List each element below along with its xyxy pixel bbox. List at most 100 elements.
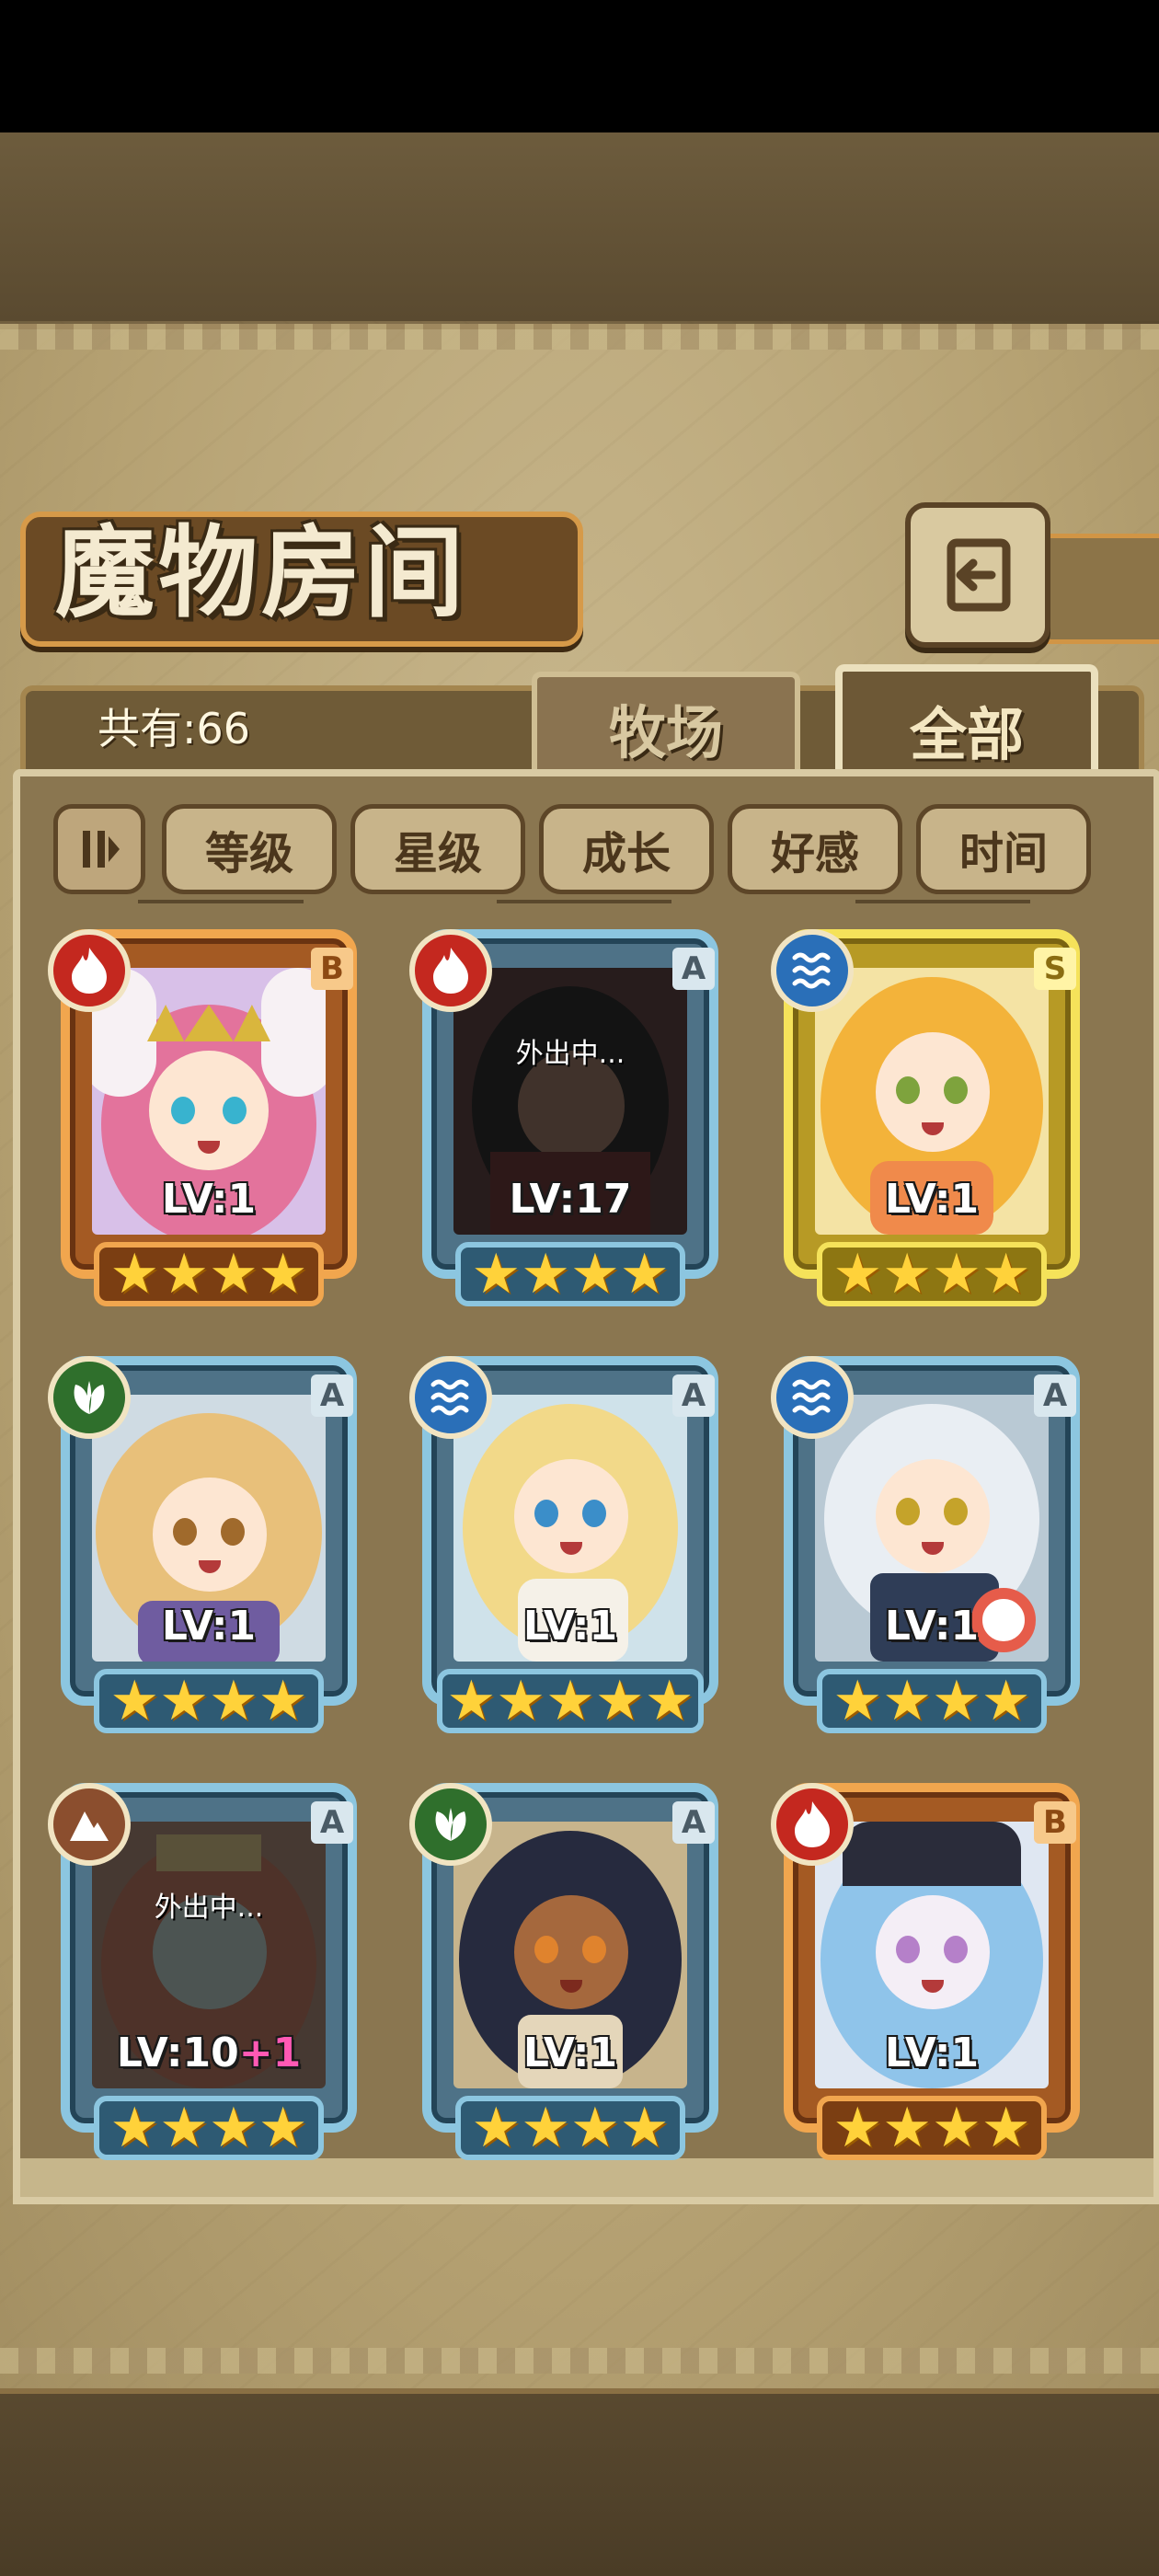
level-label: LV:1 xyxy=(884,1176,980,1223)
level-label: LV:1 xyxy=(522,1603,618,1650)
star-rating: ★ ★ ★ ★ xyxy=(94,1669,324,1733)
water-element-icon xyxy=(409,1356,492,1439)
level-label: LV:1 xyxy=(522,2030,618,2076)
sort-button-stars[interactable]: 星级 xyxy=(350,804,525,894)
monster-card[interactable]: 外出中... A LV:10+1 ★ ★ ★ ★ xyxy=(48,1783,370,2169)
star-icon: ★ xyxy=(258,1669,308,1733)
sort-button-level[interactable]: 等级 xyxy=(162,804,337,894)
star-rating: ★ ★ ★ ★ xyxy=(94,1242,324,1306)
level-bonus: +1 xyxy=(238,2030,302,2076)
level-label: LV:1 xyxy=(884,1603,980,1650)
star-icon: ★ xyxy=(159,2096,209,2160)
star-icon: ★ xyxy=(570,1242,620,1306)
star-icon: ★ xyxy=(882,1669,932,1733)
star-rating: ★ ★ ★ ★ xyxy=(455,1242,685,1306)
star-icon: ★ xyxy=(159,1242,209,1306)
star-icon: ★ xyxy=(109,2096,160,2160)
sort-button-affection[interactable]: 好感 xyxy=(728,804,902,894)
sort-order-toggle[interactable] xyxy=(53,804,145,894)
star-icon: ★ xyxy=(882,1242,932,1306)
monster-card[interactable]: A LV:1 ★ ★ ★ ★ xyxy=(409,1783,731,2169)
grade-badge: B xyxy=(311,948,353,990)
star-icon: ★ xyxy=(932,1669,981,1733)
water-element-icon xyxy=(771,929,854,1012)
star-icon: ★ xyxy=(521,1242,570,1306)
star-icon: ★ xyxy=(521,2096,570,2160)
grade-badge: B xyxy=(1034,1801,1076,1844)
fire-element-icon xyxy=(771,1783,854,1866)
level-label: LV:1 xyxy=(884,2030,980,2076)
earth-element-icon xyxy=(48,1783,131,1866)
monster-card[interactable]: 外出中... A LV:17 ★ ★ ★ ★ xyxy=(409,929,731,1316)
star-icon: ★ xyxy=(981,2096,1031,2160)
page-title: 魔物房间 xyxy=(55,515,468,631)
star-icon: ★ xyxy=(258,1242,308,1306)
star-icon: ★ xyxy=(545,1669,595,1733)
grass-element-icon xyxy=(409,1783,492,1866)
star-rating: ★ ★ ★ ★ xyxy=(817,1669,1047,1733)
star-icon: ★ xyxy=(981,1669,1031,1733)
return-icon xyxy=(947,538,1011,612)
star-icon: ★ xyxy=(619,2096,670,2160)
star-icon: ★ xyxy=(209,1669,258,1733)
star-icon: ★ xyxy=(496,1669,546,1733)
star-icon: ★ xyxy=(932,1242,981,1306)
star-rating: ★ ★ ★ ★ xyxy=(94,2096,324,2160)
fire-element-icon xyxy=(48,929,131,1012)
star-icon: ★ xyxy=(832,2096,883,2160)
tab-ranch[interactable]: 牧场 xyxy=(532,672,800,778)
star-icon: ★ xyxy=(159,1669,209,1733)
level-label: LV:1 xyxy=(161,1603,257,1650)
star-rating: ★ ★ ★ ★ xyxy=(817,1242,1047,1306)
background-band-bottom xyxy=(0,2383,1159,2576)
star-icon: ★ xyxy=(446,1669,497,1733)
fire-element-icon xyxy=(409,929,492,1012)
total-count: 共有:66 xyxy=(98,704,251,753)
panel-border-bottom xyxy=(0,2348,1159,2374)
star-icon: ★ xyxy=(644,1669,694,1733)
back-button[interactable] xyxy=(905,502,1050,648)
star-icon: ★ xyxy=(832,1242,883,1306)
star-icon: ★ xyxy=(932,2096,981,2160)
divider xyxy=(497,900,671,903)
star-icon: ★ xyxy=(882,2096,932,2160)
star-icon: ★ xyxy=(471,2096,522,2160)
divider xyxy=(855,900,1030,903)
monster-card[interactable]: B LV:1 ★ ★ ★ ★ xyxy=(48,929,370,1316)
grade-badge: A xyxy=(672,1801,715,1844)
panel-border-top xyxy=(0,324,1159,350)
star-icon: ★ xyxy=(570,2096,620,2160)
level-label: LV:17 xyxy=(509,1176,632,1223)
sort-order-icon xyxy=(83,831,120,868)
star-icon: ★ xyxy=(209,1242,258,1306)
grass-element-icon xyxy=(48,1356,131,1439)
star-icon: ★ xyxy=(594,1669,645,1733)
star-icon: ★ xyxy=(109,1669,160,1733)
away-status: 外出中... xyxy=(154,1892,264,1924)
grade-badge: A xyxy=(1034,1374,1076,1417)
level-label: LV:10+1 xyxy=(116,2030,302,2076)
status-bar xyxy=(0,0,1159,132)
monster-card[interactable]: A LV:1 ★ ★ ★ ★ xyxy=(771,1356,1093,1742)
water-element-icon xyxy=(771,1356,854,1439)
monster-card[interactable]: B LV:1 ★ ★ ★ ★ xyxy=(771,1783,1093,2169)
background-band-top xyxy=(0,132,1159,321)
star-icon: ★ xyxy=(258,2096,308,2160)
grade-badge: S xyxy=(1034,948,1076,990)
star-rating: ★ ★ ★ ★ ★ xyxy=(437,1669,704,1733)
monster-card[interactable]: A LV:1 ★ ★ ★ ★ xyxy=(48,1356,370,1742)
grade-badge: A xyxy=(672,1374,715,1417)
grade-badge: A xyxy=(672,948,715,990)
monster-card[interactable]: S LV:1 ★ ★ ★ ★ xyxy=(771,929,1093,1316)
grade-badge: A xyxy=(311,1374,353,1417)
star-rating: ★ ★ ★ ★ xyxy=(817,2096,1047,2160)
star-icon: ★ xyxy=(619,1242,670,1306)
star-icon: ★ xyxy=(471,1242,522,1306)
sort-button-growth[interactable]: 成长 xyxy=(539,804,714,894)
sort-button-time[interactable]: 时间 xyxy=(916,804,1091,894)
monster-card[interactable]: A LV:1 ★ ★ ★ ★ ★ xyxy=(409,1356,731,1742)
level-label: LV:1 xyxy=(161,1176,257,1223)
star-icon: ★ xyxy=(832,1669,883,1733)
star-icon: ★ xyxy=(109,1242,160,1306)
star-rating: ★ ★ ★ ★ xyxy=(455,2096,685,2160)
